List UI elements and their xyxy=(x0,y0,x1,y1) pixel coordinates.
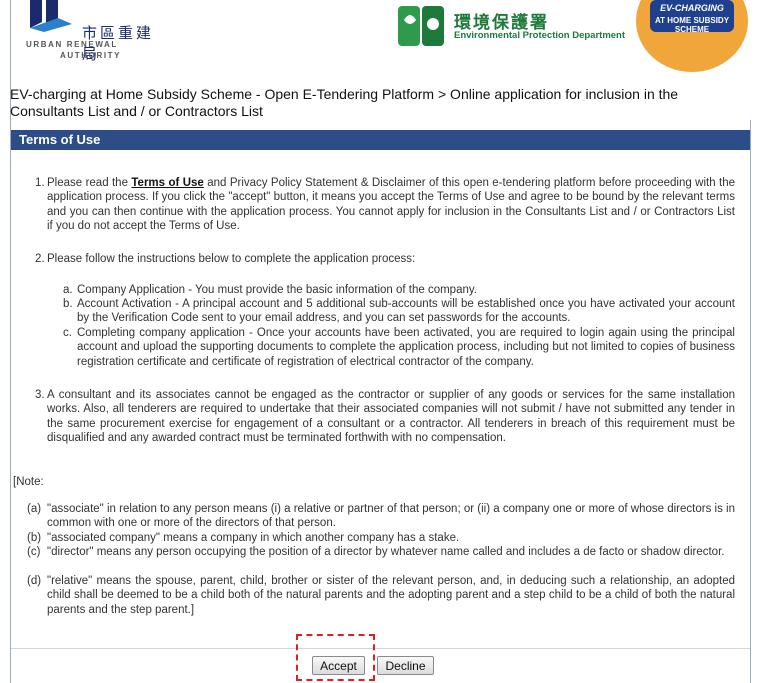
point-1-text: Please read the Terms of Use and Privacy… xyxy=(47,176,735,234)
note-heading: [Note: xyxy=(13,476,44,488)
section-header-bar: Terms of Use xyxy=(11,130,750,150)
note-b-text: "associated company" means a company in … xyxy=(47,532,460,544)
ura-logo: 市區重建局 URBAN RENEWAL AUTHORITY xyxy=(22,0,162,70)
point-2c-text: Completing company application - Once yo… xyxy=(77,327,735,368)
decline-button[interactable]: Decline xyxy=(377,656,434,675)
point-3-number: 3. xyxy=(35,389,45,401)
ev-scheme-badge: EV-CHARGING AT HOME SUBSIDY SCHEME xyxy=(636,0,748,72)
note-c-number: (c) xyxy=(27,546,41,558)
page-header: 市區重建局 URBAN RENEWAL AUTHORITY 環境保護署 Envi… xyxy=(0,0,760,78)
accept-highlight-box xyxy=(296,634,375,681)
point-2a-text: Company Application - You must provide t… xyxy=(77,284,477,296)
note-b-number: (b) xyxy=(27,532,42,544)
breadcrumb: EV-charging at Home Subsidy Scheme - Ope… xyxy=(10,86,679,119)
epd-logo: 環境保護署 Environmental Protection Departmen… xyxy=(396,0,636,50)
point-1-number: 1. xyxy=(35,177,45,189)
ura-english-line2: AUTHORITY xyxy=(60,51,122,60)
note-c-text: "director" means any person occupying th… xyxy=(47,546,725,558)
epd-emblem-icon xyxy=(398,6,444,46)
epd-english-name: Environmental Protection Department xyxy=(454,30,626,41)
ev-badge-line2: AT HOME SUBSIDY SCHEME xyxy=(654,16,730,34)
note-d-text: "relative" means the spouse, parent, chi… xyxy=(47,575,735,616)
terms-of-use-link[interactable]: Terms of Use xyxy=(131,177,203,189)
point-2c-number: c. xyxy=(63,327,72,339)
ev-badge-panel: EV-CHARGING AT HOME SUBSIDY SCHEME xyxy=(650,0,734,34)
point-2-text: Please follow the instructions below to … xyxy=(47,253,416,265)
point-1-text-before: Please read the xyxy=(47,177,132,189)
button-row-divider xyxy=(11,648,750,649)
note-a-number: (a) xyxy=(27,503,42,515)
note-a-text: "associate" in relation to any person me… xyxy=(47,503,735,530)
section-title: Terms of Use xyxy=(19,132,101,147)
point-2a-number: a. xyxy=(63,284,73,296)
point-2b-text: Account Activation - A principal account… xyxy=(77,298,735,325)
point-2-number: 2. xyxy=(35,253,45,265)
point-2b-number: b. xyxy=(63,298,73,310)
point-3-text: A consultant and its associates cannot b… xyxy=(47,389,735,445)
note-d-number: (d) xyxy=(27,575,42,587)
ev-badge-line1: EV-CHARGING xyxy=(660,3,724,13)
ura-emblem-icon xyxy=(30,0,72,32)
page-frame-right xyxy=(750,120,751,683)
ura-english-line1: URBAN RENEWAL xyxy=(26,40,118,49)
